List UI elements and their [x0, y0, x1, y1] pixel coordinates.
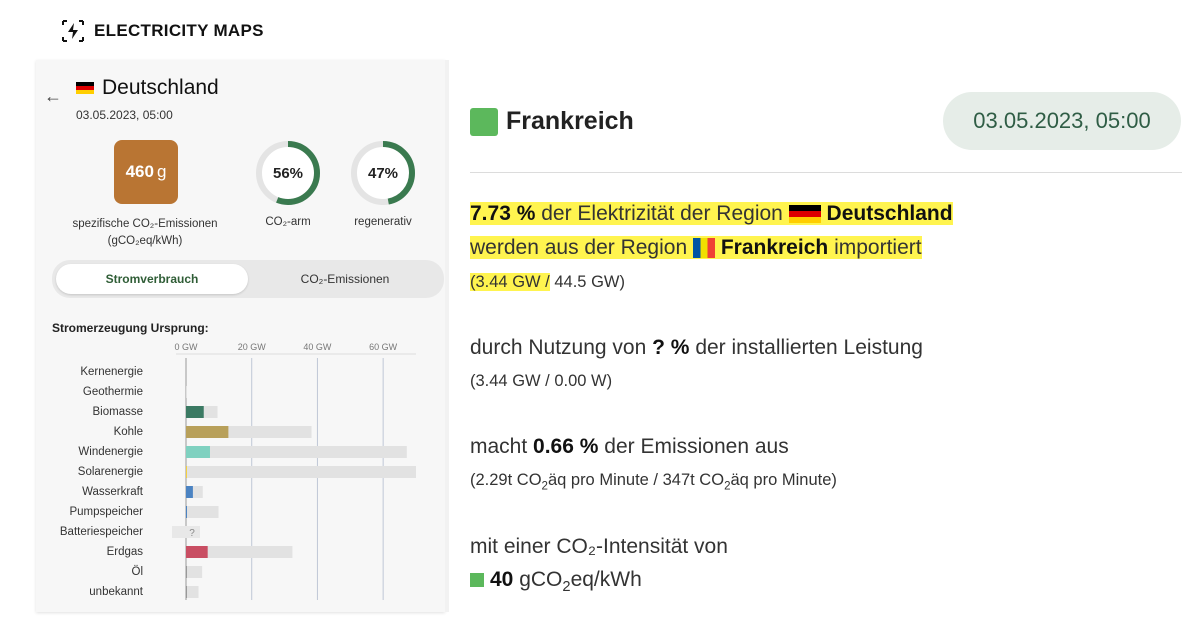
production-bar — [186, 506, 187, 518]
country-name: Deutschland — [102, 76, 219, 99]
production-bar — [186, 546, 208, 558]
co2-label-line1: spezifische CO₂-Emissionen — [72, 218, 218, 230]
region-header: Frankreich — [470, 107, 634, 136]
category-label: Pumpspeicher — [69, 506, 143, 518]
import-country-fr: Frankreich — [720, 236, 829, 259]
germany-flag-icon — [76, 82, 94, 94]
category-label: Wasserkraft — [82, 486, 144, 498]
separator — [470, 172, 1182, 173]
intensity-color-square — [470, 573, 484, 588]
category-label: Batteriespeicher — [60, 526, 143, 538]
intensity-unit-b: eq/kWh — [570, 568, 642, 591]
category-label: Windenergie — [78, 446, 143, 458]
divider — [445, 60, 449, 612]
production-bar — [186, 426, 229, 438]
lightning-bolt-icon — [62, 20, 84, 42]
import-percent: 7.73 % — [470, 202, 536, 225]
production-bar — [186, 466, 187, 478]
category-label: Kohle — [114, 426, 143, 438]
import-text-3: importiert — [834, 236, 922, 259]
category-label: unbekannt — [89, 586, 144, 598]
country-header: Deutschland — [76, 76, 219, 100]
renewable-value: 47% — [367, 164, 399, 182]
low-carbon-value: 56% — [272, 164, 304, 182]
emissions-line: macht 0.66 % der Emissionen aus — [470, 435, 789, 459]
category-label: Kernenergie — [80, 366, 143, 378]
import-text-1: der Elektrizität der Region — [541, 202, 783, 225]
emissions-detail-3: äq pro Minute) — [730, 471, 837, 489]
brand-name: ELECTRICITY MAPS — [94, 21, 264, 40]
production-bar — [186, 566, 187, 578]
category-label: Biomasse — [93, 406, 144, 418]
low-carbon-label: CO₂-arm — [265, 216, 311, 228]
capacity-bar — [186, 386, 187, 398]
unknown-marker: ? — [189, 528, 195, 539]
co2-intensity-label: spezifische CO₂-Emissionen (gCO₂eq/kWh) — [50, 216, 240, 250]
x-tick-label: 20 GW — [238, 342, 267, 352]
import-text-2: werden aus der Region — [470, 236, 688, 259]
toggle-emissions[interactable]: CO₂-Emissionen — [250, 264, 440, 294]
production-chart: 0 GW 20 GW 40 GW 60 GW Kernenergie Geothermie… — [60, 342, 416, 600]
capacity-text-2: der installierten Leistung — [695, 336, 923, 359]
emissions-text-2: der Emissionen aus — [604, 435, 789, 458]
capacity-bar — [186, 506, 219, 518]
x-tick-label: 40 GW — [303, 342, 332, 352]
region-name: Frankreich — [506, 107, 634, 135]
import-country-de: Deutschland — [826, 202, 953, 225]
emissions-detail-1: (2.29t CO — [470, 471, 542, 489]
panel-date: 03.05.2023, 05:00 — [76, 108, 173, 122]
co2-unit: g — [156, 162, 167, 181]
view-toggle: Stromverbrauch CO₂-Emissionen — [52, 260, 444, 298]
back-arrow-icon[interactable]: ← — [44, 86, 62, 107]
x-tick-label: 60 GW — [369, 342, 398, 352]
chart-title: Stromerzeugung Ursprung: — [52, 321, 209, 335]
import-detail-rest: 44.5 GW) — [554, 273, 625, 291]
capacity-bar — [186, 446, 407, 458]
capacity-detail: (3.44 GW / 0.00 W) — [470, 372, 613, 390]
brand-logo[interactable]: ELECTRICITY MAPS — [60, 18, 264, 44]
emissions-detail-2: äq pro Minute / 347t CO — [547, 471, 725, 489]
intensity-unit-a: gCO — [519, 568, 563, 591]
import-line-2: werden aus der Region Frankreich importi… — [470, 236, 922, 260]
renewable-label: regenerativ — [354, 216, 412, 228]
capacity-line: durch Nutzung von ? % der installierten … — [470, 336, 923, 360]
import-detail: (3.44 GW / 44.5 GW) — [470, 273, 625, 292]
intensity-line: mit einer CO₂-Intensität von — [470, 535, 728, 558]
region-color-square — [470, 107, 498, 136]
toggle-electricity[interactable]: Stromverbrauch — [56, 264, 248, 294]
emissions-detail: (2.29t CO2äq pro Minute / 347t CO2äq pro… — [470, 471, 837, 493]
renewable-ring: 47% — [350, 140, 416, 206]
capacity-text-1: durch Nutzung von — [470, 336, 647, 359]
production-bar — [186, 446, 210, 458]
capacity-bar — [186, 586, 199, 598]
co2-intensity-tile: 460 g — [114, 140, 178, 204]
category-label: Geothermie — [83, 386, 143, 398]
germany-flag-icon — [788, 205, 821, 224]
co2-label-line2: (gCO₂eq/kWh) — [107, 235, 183, 247]
exchange-tooltip: Frankreich 03.05.2023, 05:00 7.73 % der … — [470, 0, 1182, 635]
production-bar — [186, 586, 187, 598]
intensity-value-line: 40 gCO2eq/kWh — [470, 568, 642, 595]
emissions-value: 0.66 % — [533, 435, 599, 458]
zone-details-panel: ← Deutschland 03.05.2023, 05:00 460 g sp… — [36, 60, 445, 612]
x-tick-label: 0 GW — [174, 342, 198, 352]
capacity-bar — [186, 566, 203, 578]
unknown-bar — [172, 526, 200, 538]
capacity-bar — [186, 466, 416, 478]
france-flag-icon — [692, 238, 715, 259]
co2-value: 460 — [125, 162, 154, 181]
capacity-value: ? % — [652, 336, 690, 359]
category-label: Solarenergie — [78, 466, 143, 478]
import-detail-highlight: (3.44 GW / — [470, 273, 550, 291]
intensity-value: 40 — [490, 568, 514, 591]
category-label: Erdgas — [107, 546, 144, 558]
production-bar — [186, 486, 193, 498]
date-badge: 03.05.2023, 05:00 — [943, 92, 1181, 150]
category-label: Öl — [132, 566, 144, 578]
production-bar — [186, 406, 204, 418]
low-carbon-ring: 56% — [255, 140, 321, 206]
import-line-1: 7.73 % der Elektrizität der Region Deuts… — [470, 202, 953, 226]
emissions-text-1: macht — [470, 435, 528, 458]
